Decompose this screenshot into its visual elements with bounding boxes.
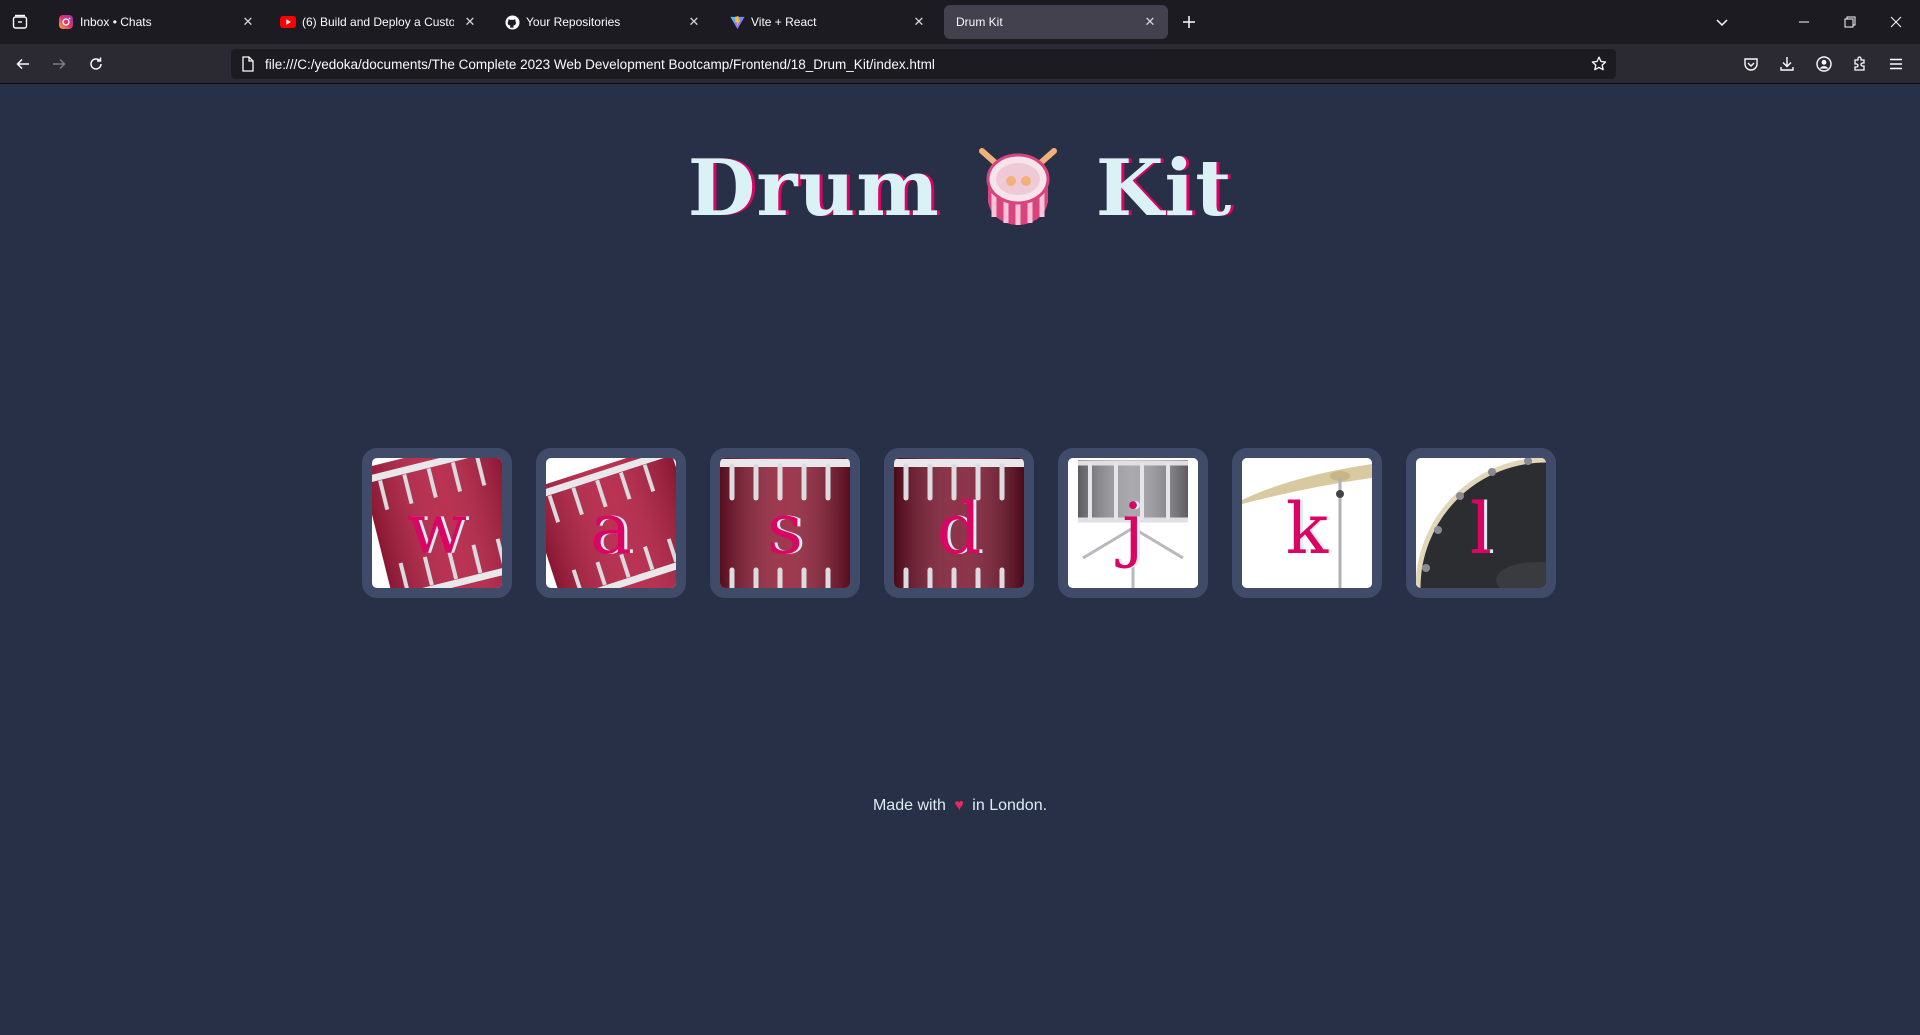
page-icon [241,56,255,72]
tab-title: Vite + React [751,15,817,29]
tab-vite[interactable]: Vite + React ✕ [717,5,937,39]
url-text[interactable]: file:///C:/yedoka/documents/The Complete… [265,57,935,72]
drum-key-label: j [1122,488,1144,570]
close-window-icon[interactable] [1882,10,1910,34]
tab-youtube[interactable]: (6) Build and Deploy a Custom M ✕ [268,5,488,39]
drum-button-w[interactable]: w [362,448,512,598]
title-word-kit: Kit [1095,143,1233,234]
extensions-icon[interactable] [1848,52,1872,76]
page-footer: Made with ♥ in London. [0,797,1920,815]
tab-title: Your Repositories [526,15,621,29]
drum-button-j[interactable]: j [1058,448,1208,598]
drum-button-s[interactable]: s [710,448,860,598]
github-icon [504,14,520,30]
pocket-icon[interactable] [1739,52,1763,76]
drum-set: w a s d j k l [362,448,1558,598]
drum-button-d[interactable]: d [884,448,1034,598]
tab-github[interactable]: Your Repositories ✕ [492,5,712,39]
back-arrow-icon[interactable] [11,52,35,76]
page-title: Drum Kit [0,143,1920,234]
close-tab-icon[interactable]: ✕ [240,14,256,30]
heart-icon: ♥ [954,797,964,814]
drum-key-label: w [407,488,467,570]
page-content: Drum Kit w a s d j k l Made with ♥ in Lo… [0,85,1920,1035]
instagram-icon [58,14,74,30]
drum-button-k[interactable]: k [1232,448,1382,598]
drum-emoji-icon [974,143,1062,227]
close-tab-icon[interactable]: ✕ [462,14,478,30]
address-bar[interactable]: file:///C:/yedoka/documents/The Complete… [231,49,1616,79]
vite-icon [729,14,745,30]
restore-icon[interactable] [1836,10,1864,34]
close-tab-icon[interactable]: ✕ [1142,14,1158,30]
footer-text-after: in London. [972,797,1048,814]
tab-drum-kit[interactable]: Drum Kit ✕ [944,5,1168,39]
tab-title: (6) Build and Deploy a Custom M [302,15,454,29]
drum-button-a[interactable]: a [536,448,686,598]
downloads-icon[interactable] [1775,52,1799,76]
drum-key-label: d [936,488,982,570]
account-icon[interactable] [1812,52,1836,76]
tab-list-icon[interactable] [8,10,32,34]
drum-button-l[interactable]: l [1406,448,1556,598]
tab-instagram[interactable]: Inbox • Chats ✕ [46,5,266,39]
drum-key-label: a [590,488,632,570]
tab-bar: Inbox • Chats ✕ (6) Build and Deploy a C… [0,0,1920,44]
reload-icon[interactable] [84,52,108,76]
drum-key-label: l [1469,488,1493,570]
new-tab-icon[interactable] [1177,10,1201,34]
menu-hamburger-icon[interactable] [1884,52,1908,76]
minimize-icon[interactable] [1790,10,1818,34]
navigation-bar: file:///C:/yedoka/documents/The Complete… [0,44,1920,84]
close-tab-icon[interactable]: ✕ [686,14,702,30]
bookmark-star-icon[interactable] [1590,55,1608,73]
drum-key-label: k [1285,488,1329,570]
drum-key-label: s [767,488,803,570]
close-tab-icon[interactable]: ✕ [911,14,927,30]
footer-text-before: Made with [872,797,946,814]
title-word-drum: Drum [687,143,940,234]
forward-arrow-icon[interactable] [47,52,71,76]
tab-title: Inbox • Chats [80,15,152,29]
tab-overflow-chevron-icon[interactable] [1708,10,1736,34]
tab-title: Drum Kit [956,15,1003,29]
youtube-icon [280,14,296,30]
